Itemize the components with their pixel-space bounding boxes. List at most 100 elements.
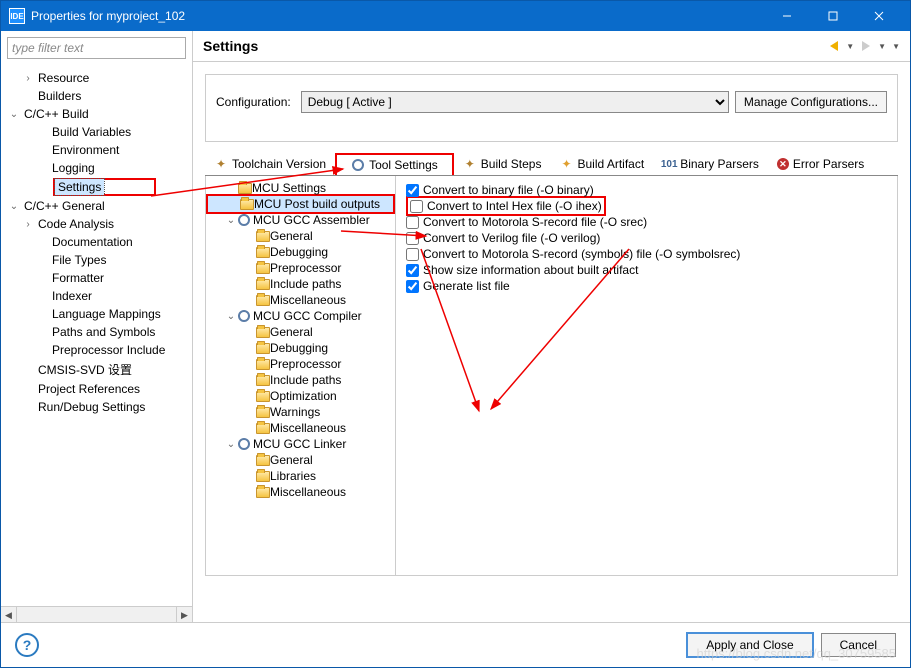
minimize-button[interactable] [764, 1, 810, 31]
sidebar: type filter text ›ResourceBuilders⌄C/C++… [1, 31, 193, 622]
tool-settings-tree[interactable]: MCU Settings MCU Post build outputs⌄MCU … [206, 176, 396, 575]
option-label: Convert to Motorola S-record file (-O sr… [423, 215, 647, 229]
nav-item[interactable]: ›Resource [1, 69, 192, 87]
tab-bar: ✦Toolchain VersionTool Settings✦Build St… [205, 152, 898, 176]
option-checkbox[interactable] [406, 216, 419, 229]
folder-icon [256, 359, 270, 370]
nav-item[interactable]: ⌄C/C++ Build [1, 105, 192, 123]
tool-tree-item[interactable]: MCU Post build outputs [206, 194, 395, 214]
nav-item[interactable]: File Types [1, 251, 192, 269]
nav-tree[interactable]: ›ResourceBuilders⌄C/C++ BuildBuild Varia… [1, 65, 192, 606]
nav-item[interactable]: CMSIS-SVD 设置 [1, 359, 192, 380]
forward-dropdown-icon[interactable]: ▼ [878, 42, 886, 51]
binary-icon: 101 [662, 157, 676, 171]
filter-input[interactable]: type filter text [7, 37, 186, 59]
tab-binary-parsers[interactable]: 101 Binary Parsers [653, 152, 768, 175]
tab-error-parsers[interactable]: ✕ Error Parsers [768, 152, 873, 175]
nav-item[interactable]: ⌄C/C++ General [1, 197, 192, 215]
folder-icon [256, 375, 270, 386]
option-label: Convert to binary file (-O binary) [423, 183, 594, 197]
menu-dropdown-icon[interactable]: ▼ [892, 42, 900, 51]
option-checkbox[interactable] [406, 232, 419, 245]
footer: ? Apply and Close Cancel [1, 622, 910, 667]
nav-item[interactable]: Run/Debug Settings [1, 398, 192, 416]
option-checkbox[interactable] [406, 248, 419, 261]
tool-tree-label: Preprocessor [270, 261, 341, 275]
folder-icon [256, 391, 270, 402]
tool-tree-item[interactable]: Preprocessor [206, 260, 395, 276]
nav-item[interactable]: Environment [1, 141, 192, 159]
nav-item[interactable]: Project References [1, 380, 192, 398]
tab-label: Error Parsers [793, 157, 864, 171]
app-icon: IDE [9, 8, 25, 24]
option-checkbox[interactable] [406, 184, 419, 197]
configuration-select[interactable]: Debug [ Active ] [301, 91, 729, 113]
tool-tree-item[interactable]: Optimization [206, 388, 395, 404]
tool-tree-label: Include paths [270, 373, 341, 387]
tool-tree-item[interactable]: ⌄MCU GCC Assembler [206, 212, 395, 228]
tool-tree-item[interactable]: Debugging [206, 340, 395, 356]
tool-tree-item[interactable]: Warnings [206, 404, 395, 420]
back-dropdown-icon[interactable]: ▼ [846, 42, 854, 51]
tool-tree-item[interactable]: Miscellaneous [206, 484, 395, 500]
error-icon: ✕ [777, 158, 789, 170]
tab-build-artifact[interactable]: ✦Build Artifact [550, 152, 653, 175]
nav-item[interactable]: Logging [1, 159, 192, 177]
manage-configurations-button[interactable]: Manage Configurations... [735, 91, 887, 113]
configuration-row: Configuration: Debug [ Active ] Manage C… [205, 74, 898, 142]
folder-icon [256, 231, 270, 242]
tool-tree-item[interactable]: General [206, 452, 395, 468]
tool-tree-item[interactable]: Include paths [206, 276, 395, 292]
nav-item[interactable]: Paths and Symbols [1, 323, 192, 341]
tool-tree-item[interactable]: Miscellaneous [206, 420, 395, 436]
option-checkbox[interactable] [406, 264, 419, 277]
tool-tree-label: Miscellaneous [270, 293, 346, 307]
options-panel: Convert to binary file (-O binary) Conver… [396, 176, 897, 575]
tool-tree-item[interactable]: Preprocessor [206, 356, 395, 372]
maximize-button[interactable] [810, 1, 856, 31]
nav-item[interactable]: Documentation [1, 233, 192, 251]
window-title: Properties for myproject_102 [31, 9, 764, 23]
tool-tree-label: General [270, 229, 313, 243]
close-button[interactable] [856, 1, 902, 31]
option-checkbox[interactable] [406, 280, 419, 293]
option-label: Convert to Intel Hex file (-O ihex) [427, 199, 602, 213]
tab-toolchain-version[interactable]: ✦Toolchain Version [205, 152, 335, 175]
help-icon[interactable]: ? [15, 633, 39, 657]
tool-tree-label: Miscellaneous [270, 485, 346, 499]
folder-icon [256, 487, 270, 498]
gear-icon [238, 438, 250, 450]
nav-item[interactable]: ›Code Analysis [1, 215, 192, 233]
tool-tree-label: Optimization [270, 389, 337, 403]
tool-tree-item[interactable]: Miscellaneous [206, 292, 395, 308]
tool-tree-item[interactable]: Include paths [206, 372, 395, 388]
tab-tool-settings[interactable]: Tool Settings [335, 153, 454, 175]
nav-item[interactable]: Builders [1, 87, 192, 105]
star-icon: ✦ [559, 157, 573, 171]
nav-item[interactable]: Build Variables [1, 123, 192, 141]
option-row: Show size information about built artifa… [406, 262, 887, 278]
tool-tree-label: Warnings [270, 405, 320, 419]
tool-tree-item[interactable]: ⌄MCU GCC Compiler [206, 308, 395, 324]
page-header: Settings ▼ ▼ ▼ [193, 31, 910, 62]
tool-tree-item[interactable]: General [206, 228, 395, 244]
sidebar-scrollbar[interactable]: ◀▶ [1, 606, 192, 622]
tab-label: Binary Parsers [680, 157, 759, 171]
tool-tree-item[interactable]: ⌄MCU GCC Linker [206, 436, 395, 452]
nav-item[interactable]: Preprocessor Include [1, 341, 192, 359]
folder-icon [256, 263, 270, 274]
tool-tree-label: MCU GCC Linker [253, 437, 346, 451]
option-checkbox[interactable] [410, 200, 423, 213]
nav-item[interactable]: Formatter [1, 269, 192, 287]
nav-item[interactable]: Settings [1, 177, 192, 197]
apply-and-close-button[interactable]: Apply and Close [687, 633, 812, 657]
back-button[interactable] [824, 37, 844, 55]
tool-tree-item[interactable]: General [206, 324, 395, 340]
tab-build-steps[interactable]: ✦Build Steps [454, 152, 551, 175]
cancel-button[interactable]: Cancel [821, 633, 896, 657]
nav-item[interactable]: Language Mappings [1, 305, 192, 323]
forward-button[interactable] [856, 37, 876, 55]
tool-tree-item[interactable]: Debugging [206, 244, 395, 260]
nav-item[interactable]: Indexer [1, 287, 192, 305]
tool-tree-item[interactable]: Libraries [206, 468, 395, 484]
